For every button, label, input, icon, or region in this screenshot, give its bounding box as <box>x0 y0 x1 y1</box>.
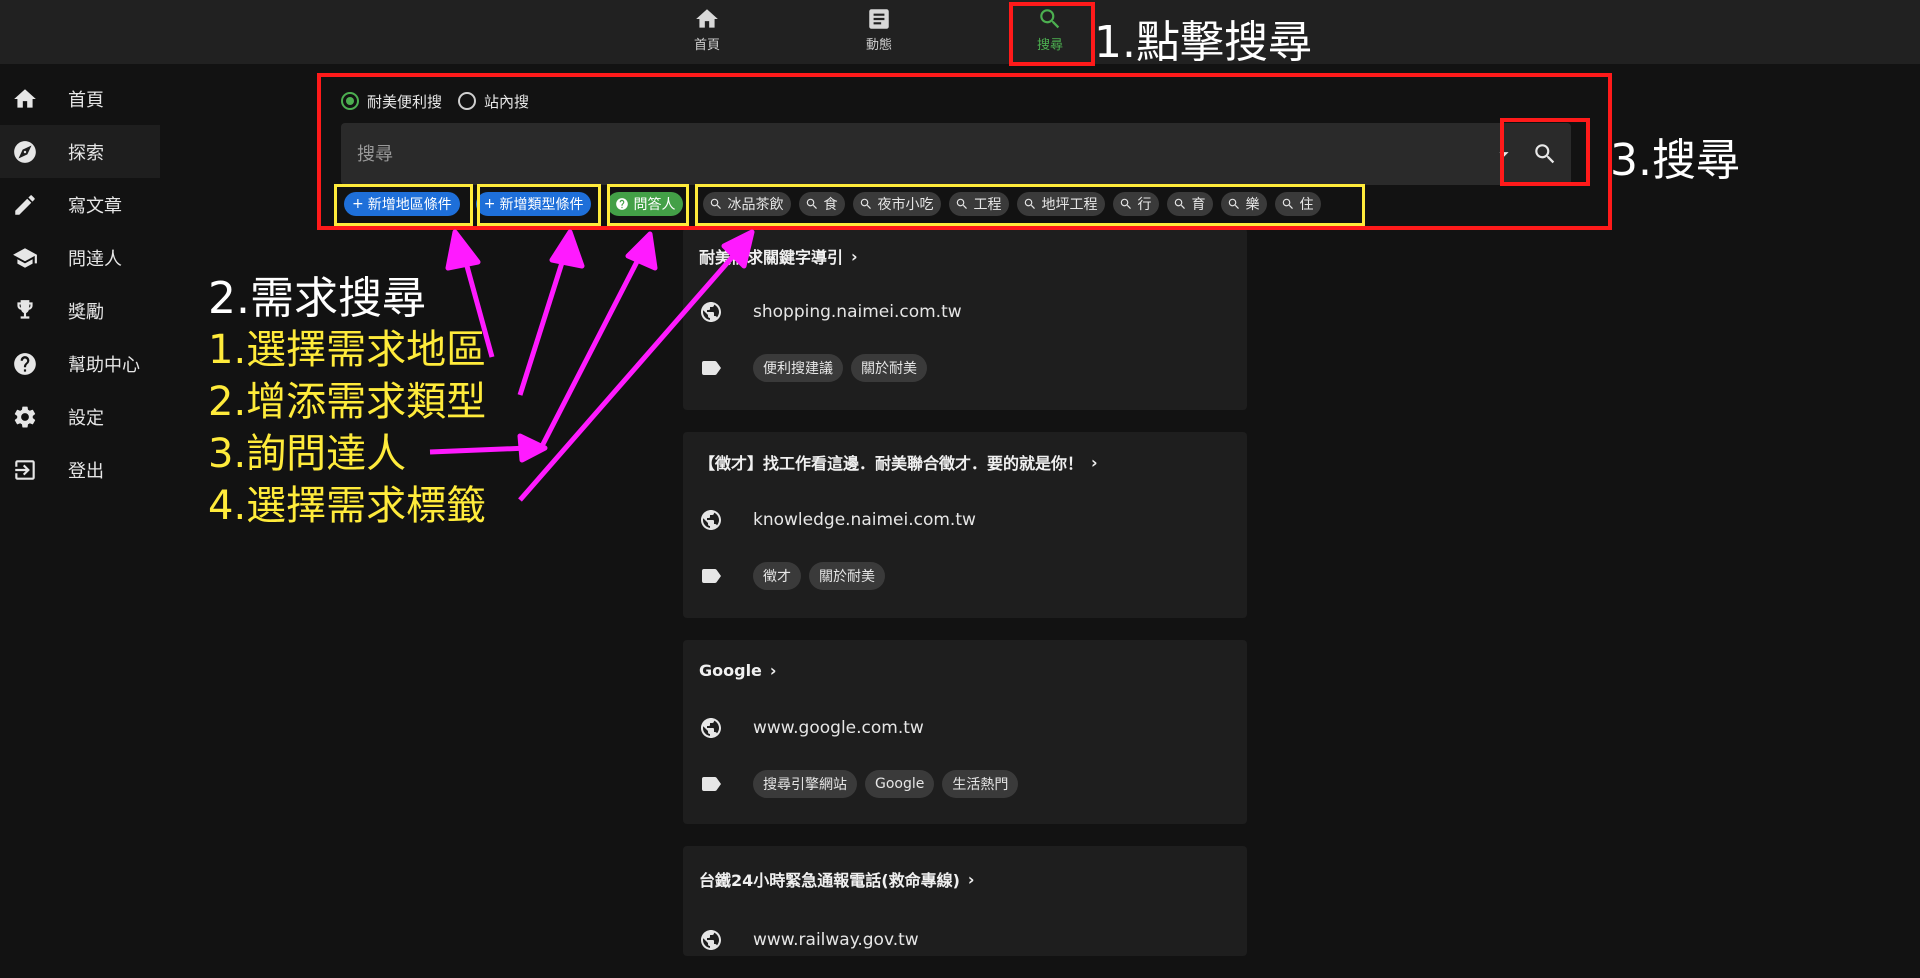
globe-icon <box>701 930 721 950</box>
annotation-arrows <box>429 229 755 502</box>
arrow-line <box>429 445 529 455</box>
arrow-head <box>445 229 481 271</box>
arrow-head <box>517 433 548 463</box>
arrow-line <box>517 249 569 396</box>
arrow-head <box>625 231 658 271</box>
result-url[interactable]: www.railway.gov.tw <box>753 930 919 950</box>
arrow-head <box>549 229 585 269</box>
